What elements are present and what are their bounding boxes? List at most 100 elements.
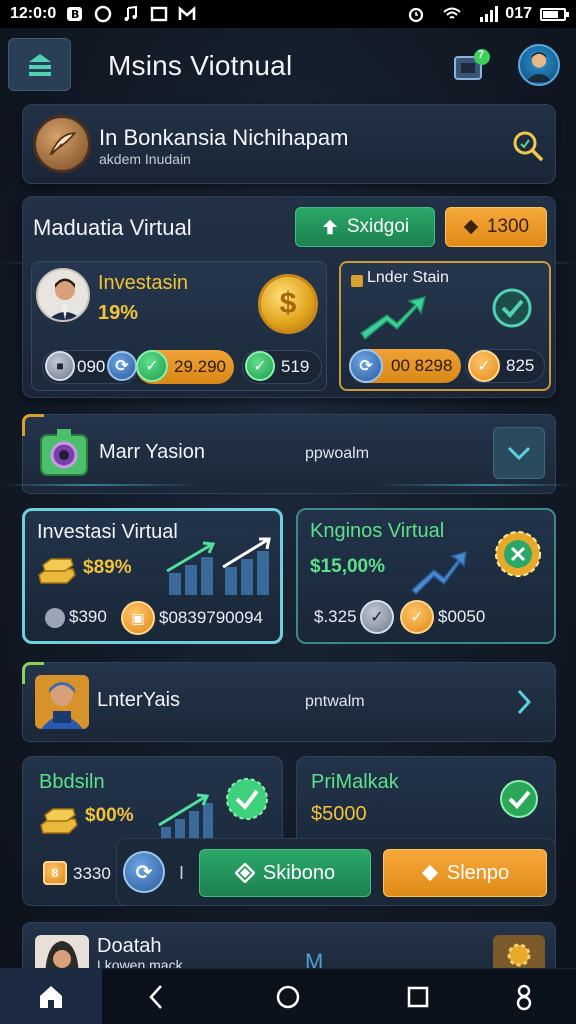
clock-icon (94, 5, 112, 23)
invest-right-foot-1: $.325 (314, 607, 357, 626)
app-title: Msins Viotnual (108, 50, 293, 81)
verified-badge-icon (492, 288, 532, 328)
status-right-text: 017 (505, 5, 532, 22)
green-action-button[interactable]: Skibono (199, 849, 371, 897)
status-right: 017 (397, 5, 569, 23)
bottom-left-value: $00% (85, 805, 134, 826)
notification-badge: 7 (478, 49, 485, 61)
whatsapp-icon: B (66, 5, 84, 23)
decor-glow-line (0, 484, 576, 486)
invest-left-foot-2: $0839790094 (159, 608, 264, 627)
brand-logo (33, 115, 91, 173)
overview-green-button[interactable]: Sxidgoi (295, 207, 435, 247)
investasin-value: 19% (98, 302, 139, 324)
growth-chart-icon (166, 537, 271, 595)
app-header: Msins Viotnual 7 (0, 32, 576, 96)
alarm-icon (407, 5, 425, 23)
bottom-left-foot: 3330 (73, 864, 111, 883)
notification-button[interactable]: 7 (452, 48, 492, 84)
search-button[interactable] (511, 129, 545, 163)
search-subtitle: akdem Inudain (99, 151, 191, 167)
check-icon: ✓ (400, 600, 434, 634)
gmail-icon (178, 5, 196, 23)
invest-card-left[interactable]: Investasi Virtual $89% $390 ▣ $083979009… (22, 508, 283, 644)
invest-left-value: $89% (83, 557, 132, 578)
invest-right-foot-2: $0050 (438, 607, 486, 626)
list-row-marr-yasion[interactable]: Marr Yasion ppwoalm (22, 414, 556, 494)
bottom-right-title: PriMalkak (311, 771, 399, 793)
green-action-label: Skibono (262, 861, 336, 884)
list-row-1-open-button[interactable] (493, 427, 545, 479)
overview-green-label: Sxidgoi (346, 216, 410, 237)
list-row-3-label: Doatah (97, 935, 162, 957)
diamond-arrows-icon (234, 863, 255, 883)
rising-arrow-icon (410, 550, 467, 596)
investasin-panel[interactable]: Investasin 19% $ ■ 090 ⟳ ✓ 29.290 ✓ 519 (31, 261, 327, 391)
invest-card-right[interactable]: Knginos Virtual $15,00% $.325 ✓ ✓ $0050 (296, 508, 556, 644)
dollar-coin-icon: $ (258, 274, 318, 334)
overview-orange-button[interactable]: 1300 (445, 207, 547, 247)
diamond-icon (463, 219, 479, 235)
search-title: In Bonkansia Nichihapam (99, 125, 349, 150)
overview-orange-label: 1300 (486, 216, 530, 237)
lnder-stain-panel[interactable]: Lnder Stain ⟳ 00 8298 ✓ 825 (339, 261, 551, 391)
bottom-navigation (0, 968, 576, 1024)
back-icon (149, 985, 162, 1009)
investasin-pill-1: ■ 090 ⟳ (42, 350, 138, 384)
orange-action-label: Slenpo (446, 861, 510, 884)
gear-robot-icon (40, 429, 88, 476)
lock-icon (45, 607, 65, 628)
inbox-icon (454, 49, 490, 80)
person-icon (516, 984, 532, 1011)
invest-right-title: Knginos Virtual (310, 520, 445, 542)
arrow-up-icon (322, 219, 338, 235)
check-icon: ✓ (245, 351, 275, 381)
gold-bars-icon (38, 558, 76, 584)
check-icon: ✓ (468, 350, 500, 382)
diamond-icon (421, 864, 438, 882)
overview-card: Maduatia Virtual Sxidgoi 1300 Investasin… (22, 196, 556, 398)
investor-avatar (36, 268, 90, 322)
person-avatar-icon (47, 278, 83, 320)
list-row-2-meta: pntwalm (305, 693, 365, 710)
nav-overview-button[interactable] (388, 969, 448, 1024)
swap-icon[interactable]: ⟳ (123, 851, 165, 893)
growth-chart-icon (158, 778, 268, 839)
invest-left-foot-1: $390 (45, 607, 107, 628)
search-panel[interactable]: In Bonkansia Nichihapam akdem Inudain (22, 104, 556, 184)
investasin-pill-2: ✓ 29.290 (136, 350, 234, 384)
check-icon: ✓ (136, 350, 168, 382)
investasin-pill-1-text: 090 (77, 357, 106, 376)
user-avatar-icon (525, 52, 553, 83)
circle-home-icon (276, 985, 300, 1009)
menu-icon (28, 53, 51, 76)
overview-title: Maduatia Virtual (33, 215, 192, 240)
rising-arrow-icon (359, 295, 427, 341)
list-row-2-label: LnterYais (97, 689, 181, 711)
chevron-right-icon (517, 689, 532, 715)
square-bullet-icon (351, 275, 363, 287)
menu-button[interactable] (8, 38, 71, 91)
status-time: 12:0:0 (10, 5, 57, 22)
investasin-pill-3-text: 519 (281, 357, 310, 376)
nav-back-button[interactable] (126, 969, 186, 1024)
lnder-pill-2: ✓ 825 (465, 349, 545, 383)
list-row-lnteryais[interactable]: LnterYais pntwalm (22, 662, 556, 742)
list-row-1-meta: ppwoalm (305, 445, 370, 462)
feather-logo-icon (49, 132, 77, 156)
lnder-stain-label: Lnder Stain (367, 269, 449, 286)
gold-bars-icon (40, 808, 78, 834)
orange-action-button[interactable]: Slenpo (383, 849, 547, 897)
nav-home-button[interactable] (0, 969, 102, 1024)
swap-icon: ⟳ (107, 351, 137, 381)
swap-icon: ⟳ (349, 349, 383, 383)
investasin-label: Investasin (98, 272, 189, 294)
bottom-right-value: $5000 (311, 803, 367, 825)
lock-icon: ■ (45, 351, 75, 381)
investasin-pill-3: ✓ 519 (242, 350, 322, 384)
nav-more-button[interactable] (494, 969, 554, 1024)
list-row-2-open-button[interactable] (509, 685, 539, 719)
coin-icon: 8 (43, 861, 67, 885)
profile-avatar[interactable] (518, 44, 560, 86)
nav-recent-home-button[interactable] (258, 969, 318, 1024)
